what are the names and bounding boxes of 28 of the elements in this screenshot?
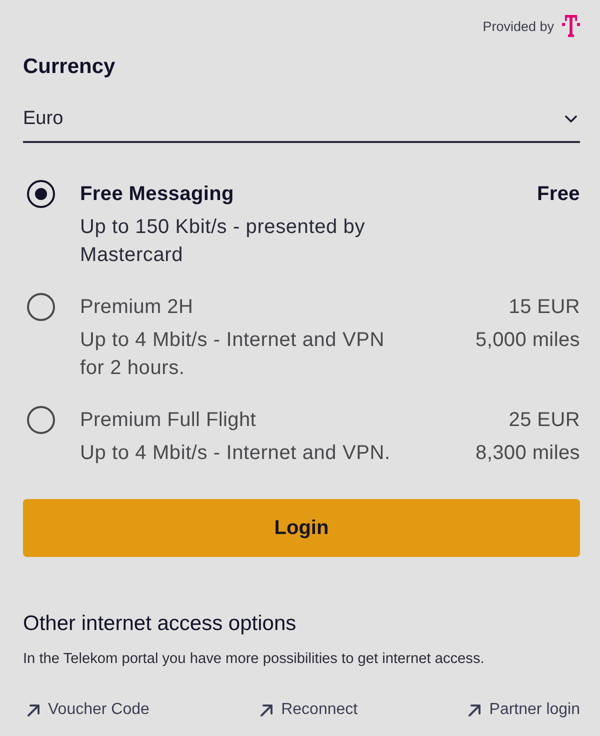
t-logo-icon: [562, 15, 580, 37]
plan-name: Premium 2H: [80, 295, 194, 320]
plan-price: 5,000 miles: [476, 328, 580, 353]
plan-description: Up to 4 Mbit/s - Internet and VPN.: [80, 441, 392, 466]
radio-button[interactable]: [27, 293, 55, 321]
option-link[interactable]: Voucher Code: [23, 699, 150, 721]
plan-description: Up to 4 Mbit/s - Internet and VPN for 2 hours.: [80, 328, 386, 381]
arrow-up-right-icon: [260, 704, 274, 716]
login-button[interactable]: Login: [23, 499, 580, 557]
arrow-up-right-icon: [27, 704, 40, 716]
plan-description: Up to 150 Kbit/s - presented by Mastercard: [80, 215, 366, 268]
plan-price: Free: [536, 182, 580, 207]
provider-label: Provided by: [482, 18, 554, 34]
currency-select[interactable]: Euro: [23, 99, 580, 143]
plan-price: 8,300 miles: [476, 441, 580, 466]
plan-name: Free Messaging: [80, 182, 235, 207]
plan-price: 15 EUR: [508, 295, 580, 320]
arrow-up-right-icon: [468, 704, 482, 716]
currency-label: Currency: [23, 54, 116, 80]
plan-price: 25 EUR: [508, 408, 580, 433]
plan-name: Premium Full Flight: [80, 408, 258, 433]
option-link[interactable]: Reconnect: [256, 699, 358, 721]
section-heading: Other internet access options: [23, 611, 296, 637]
radio-button[interactable]: [27, 406, 55, 434]
option-link[interactable]: Partner login: [464, 699, 580, 721]
section-description: In the Telekom portal you have more possibilities to get internet access.: [23, 650, 486, 669]
chevron-down-icon: [565, 115, 577, 123]
radio-button[interactable]: [27, 180, 55, 208]
